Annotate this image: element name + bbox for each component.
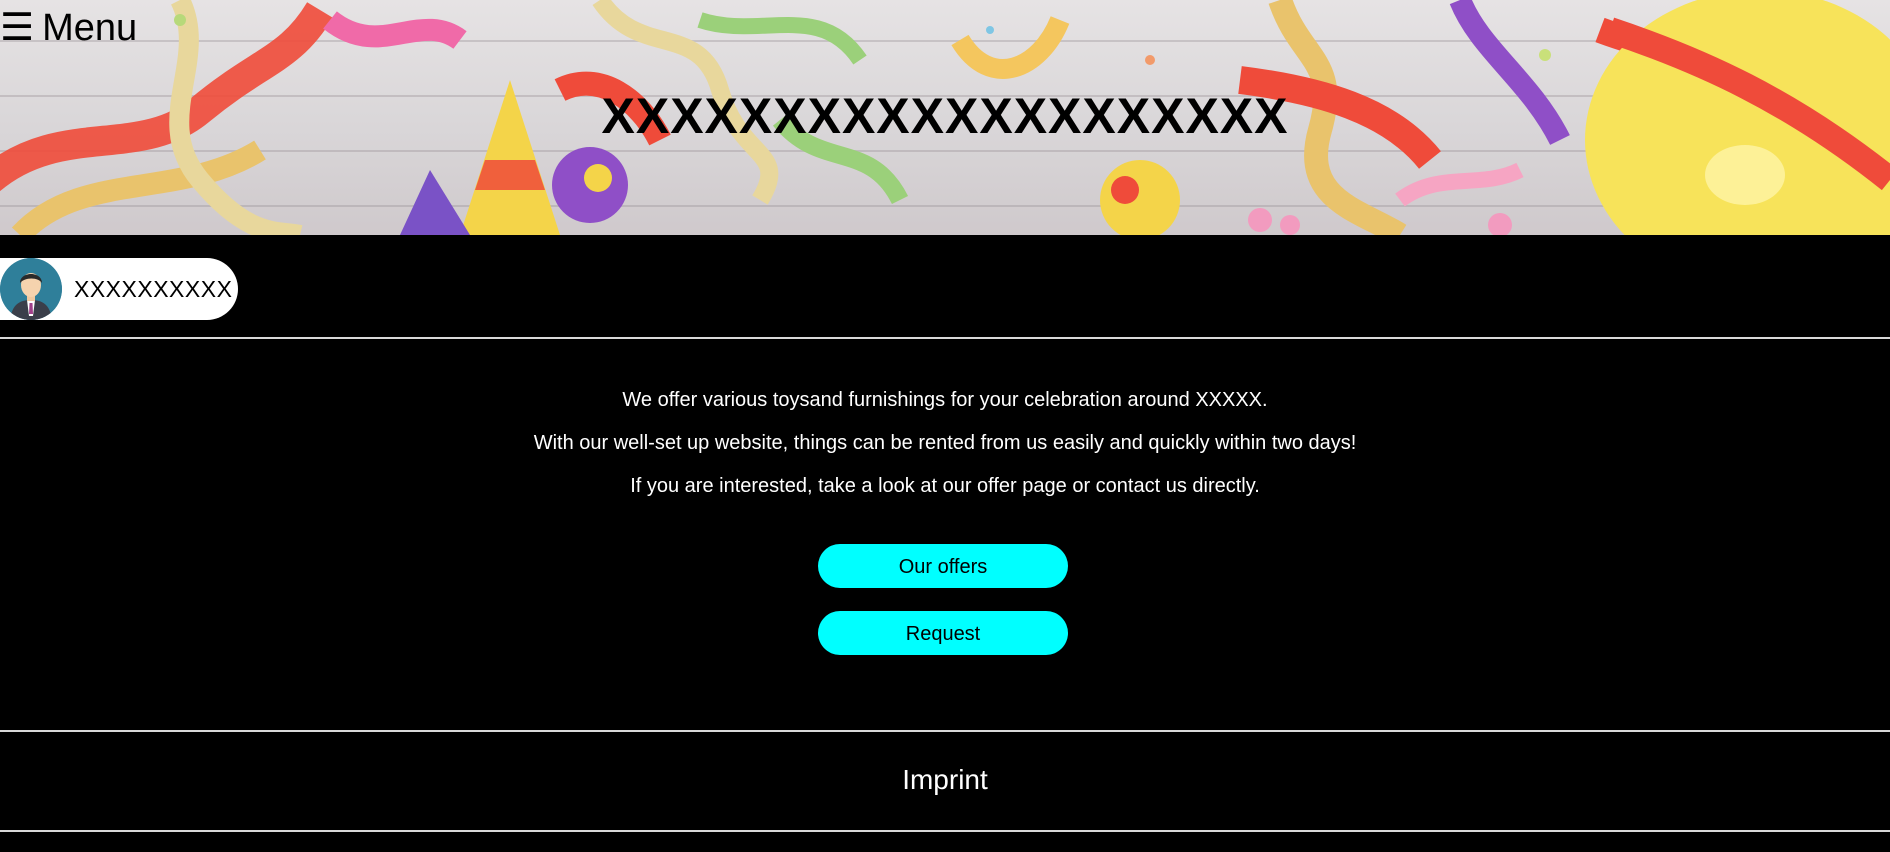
our-offers-button[interactable]: Our offers	[818, 544, 1068, 588]
page: ☰ Menu XXXXXXXXXXXXXXXXXXXX XXXXXXXXXX We…	[0, 0, 1890, 852]
divider	[0, 830, 1890, 832]
intro-line-1: We offer various toysand furnishings for…	[622, 389, 1268, 411]
divider	[0, 730, 1890, 732]
intro-text: We offer various toysand furnishings for…	[0, 388, 1890, 517]
user-avatar-icon	[0, 258, 62, 320]
profile-name: XXXXXXXXXX	[74, 275, 233, 302]
intro-line-2: With our well-set up website, things can…	[533, 432, 1357, 454]
divider	[0, 337, 1890, 339]
intro-line-3: If you are interested, take a look at ou…	[630, 475, 1260, 497]
hero-banner: ☰ Menu XXXXXXXXXXXXXXXXXXXX	[0, 0, 1890, 235]
imprint-link[interactable]: Imprint	[0, 760, 1890, 800]
request-button[interactable]: Request	[818, 611, 1068, 655]
site-title: XXXXXXXXXXXXXXXXXXXX	[601, 88, 1289, 144]
menu-button[interactable]: ☰ Menu	[0, 4, 137, 52]
user-profile-chip[interactable]: XXXXXXXXXX	[0, 258, 238, 320]
menu-label: Menu	[42, 7, 138, 49]
hamburger-icon: ☰	[0, 7, 35, 49]
